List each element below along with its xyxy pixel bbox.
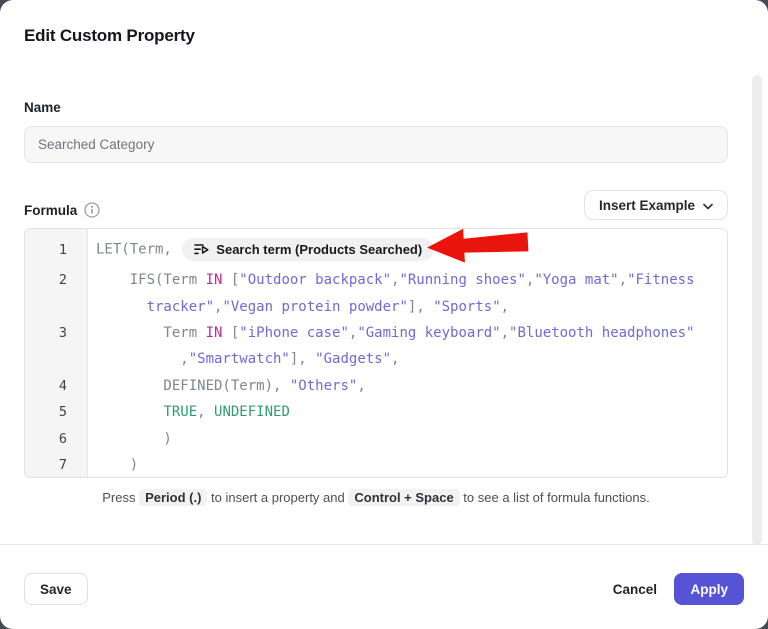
code-token: ], [408, 299, 433, 315]
formula-hint: Press Period (.) to insert a property an… [24, 490, 728, 505]
hint-text: to see a list of formula functions. [460, 490, 650, 505]
chevron-down-icon [703, 198, 713, 213]
code-token: , [357, 378, 365, 394]
insert-example-label: Insert Example [599, 198, 695, 213]
code-token: [ [222, 325, 239, 341]
info-icon[interactable] [84, 202, 100, 218]
code-token: "Sports" [433, 299, 500, 315]
code-token: IFS(Term [96, 272, 206, 288]
code-token: ], [290, 351, 315, 367]
line-number: 7 [25, 457, 88, 473]
code-row: ,"Smartwatch"], "Gadgets", [25, 346, 727, 372]
code-token: , [197, 404, 214, 420]
vertical-scrollbar[interactable] [752, 75, 762, 545]
code-token: "Bluetooth headphones" [509, 325, 694, 341]
line-number: 2 [25, 272, 88, 288]
code-token: "Running shoes" [399, 272, 525, 288]
code-line[interactable]: ) [88, 431, 172, 447]
code-token: [ [222, 272, 239, 288]
code-token: "Outdoor backpack" [239, 272, 391, 288]
hint-text: Press [102, 490, 139, 505]
code-token: "Gaming keyboard" [357, 325, 500, 341]
code-token: , [391, 351, 399, 367]
code-token: UNDEFINED [214, 404, 290, 420]
formula-label: Formula [24, 203, 77, 218]
code-token: TRUE [163, 404, 197, 420]
footer-divider [0, 544, 768, 545]
kbd-period: Period (.) [139, 489, 207, 506]
code-token: , [96, 351, 189, 367]
code-line[interactable]: ,"Smartwatch"], "Gadgets", [88, 351, 399, 367]
code-token: ) [96, 457, 138, 473]
property-chip[interactable]: Search term (Products Searched) [182, 238, 434, 261]
line-number: 5 [25, 404, 88, 420]
code-token: IN [206, 325, 223, 341]
formula-label-wrap: Formula [24, 202, 100, 218]
code-token: "Smartwatch" [189, 351, 290, 367]
red-annotation-arrow-icon [423, 223, 531, 266]
formula-editor[interactable]: 1LET(Term, Search term (Products Searche… [24, 228, 728, 478]
code-token: LET(Term, [96, 242, 180, 258]
code-token: Term [96, 325, 206, 341]
code-line[interactable]: TRUE, UNDEFINED [88, 404, 290, 420]
dialog-title: Edit Custom Property [24, 26, 195, 46]
code-token: "Fitness [627, 272, 694, 288]
property-chip-label: Search term (Products Searched) [216, 242, 422, 257]
name-input[interactable] [24, 126, 728, 163]
code-token: , [501, 325, 509, 341]
code-token [96, 299, 147, 315]
code-token: "iPhone case" [239, 325, 349, 341]
code-token: DEFINED(Term), [96, 378, 290, 394]
cancel-button[interactable]: Cancel [609, 573, 661, 605]
code-token: ) [96, 431, 172, 447]
code-token: "Others" [290, 378, 357, 394]
code-row: 5 TRUE, UNDEFINED [25, 399, 727, 425]
code-token [96, 404, 163, 420]
code-row: 4 DEFINED(Term), "Others", [25, 373, 727, 399]
save-button[interactable]: Save [24, 573, 88, 605]
code-token: , [619, 272, 627, 288]
list-play-icon [194, 242, 209, 257]
insert-example-button[interactable]: Insert Example [584, 190, 728, 220]
code-token: "Gadgets" [315, 351, 391, 367]
code-line[interactable]: LET(Term, Search term (Products Searched… [88, 238, 453, 261]
code-token: "Vegan protein powder" [222, 299, 407, 315]
kbd-control-space: Control + Space [348, 489, 459, 506]
code-row: 6 ) [25, 425, 727, 451]
code-token: tracker" [147, 299, 214, 315]
code-line[interactable]: IFS(Term IN ["Outdoor backpack", "Running… [88, 272, 695, 288]
line-number: 4 [25, 378, 88, 394]
code-token: "Yoga mat" [534, 272, 618, 288]
code-row: 2 IFS(Term IN ["Outdoor backpack", "Runni… [25, 267, 727, 293]
code-token: IN [206, 272, 223, 288]
name-label: Name [24, 100, 61, 115]
code-line[interactable]: ) [88, 457, 138, 473]
code-row: tracker", "Vegan protein powder"], "Sport… [25, 293, 727, 319]
code-token: , [501, 299, 509, 315]
line-number: 1 [25, 242, 88, 258]
hint-text: to insert a property and [207, 490, 348, 505]
code-line[interactable]: Term IN ["iPhone case","Gaming keyboard"… [88, 325, 694, 341]
line-number: 3 [25, 325, 88, 341]
code-line[interactable]: tracker", "Vegan protein powder"], "Sport… [88, 299, 509, 315]
code-line[interactable]: DEFINED(Term), "Others", [88, 378, 366, 394]
code-row: 7 ) [25, 452, 727, 478]
edit-custom-property-dialog: Edit Custom Property Name Formula Insert… [0, 0, 768, 629]
code-rows: 1LET(Term, Search term (Products Searche… [25, 229, 727, 478]
code-row: 1LET(Term, Search term (Products Searche… [25, 232, 727, 267]
apply-button[interactable]: Apply [674, 573, 744, 605]
code-row: 3 Term IN ["iPhone case","Gaming keyboar… [25, 320, 727, 346]
line-number: 6 [25, 431, 88, 447]
